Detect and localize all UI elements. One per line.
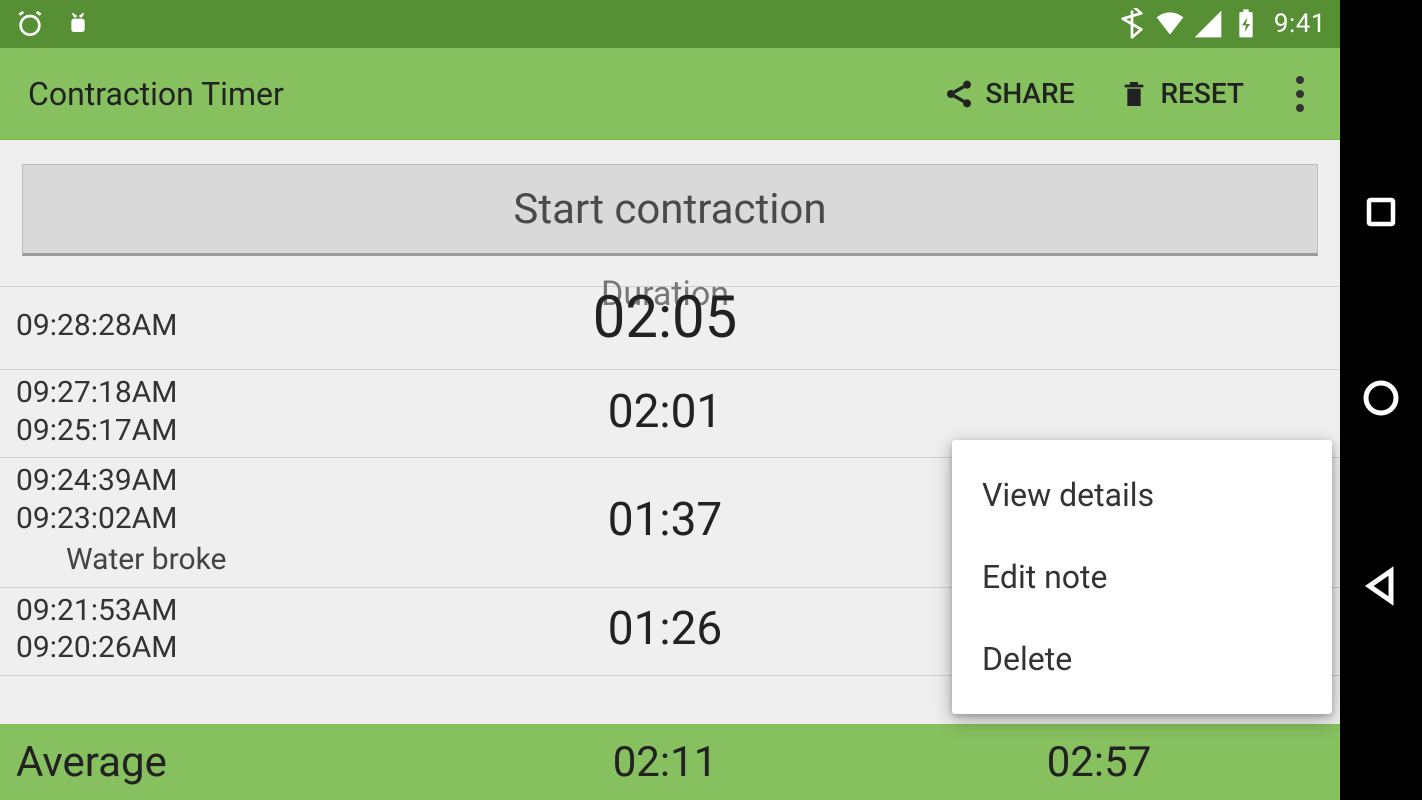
share-button[interactable]: SHARE <box>943 77 1074 110</box>
row-time-end: 09:28:28AM <box>16 307 396 345</box>
start-contraction-button[interactable]: Start contraction <box>22 164 1318 256</box>
row-duration: 01:26 <box>396 602 934 656</box>
average-label: Average <box>16 738 396 787</box>
reset-button[interactable]: RESET <box>1118 77 1244 110</box>
nav-back-icon[interactable] <box>1361 566 1401 606</box>
average-duration: 02:11 <box>396 738 934 787</box>
row-duration: 02:05 <box>396 284 934 352</box>
row-time-start: 09:20:26AM <box>16 629 396 667</box>
start-label: Start contraction <box>513 185 826 234</box>
context-menu: View details Edit note Delete <box>952 440 1332 714</box>
app-bar: Contraction Timer SHARE RESET <box>0 48 1340 140</box>
system-nav-bar <box>1340 0 1422 800</box>
average-row: Average 02:11 02:57 <box>0 724 1340 800</box>
row-note: Water broke <box>16 537 396 579</box>
status-left-icons <box>14 8 94 40</box>
wifi-icon <box>1154 8 1186 40</box>
row-time-end: 09:27:18AM <box>16 374 396 412</box>
status-right-icons: 9:41 <box>1116 8 1326 40</box>
app-actions: SHARE RESET <box>943 68 1312 120</box>
app-title: Contraction Timer <box>28 75 284 113</box>
share-icon <box>943 78 975 110</box>
app-screen: 9:41 Contraction Timer SHARE RESET Start… <box>0 0 1340 800</box>
reset-label: RESET <box>1160 77 1244 110</box>
menu-edit-note[interactable]: Edit note <box>952 536 1332 618</box>
status-bar: 9:41 <box>0 0 1340 48</box>
trash-icon <box>1118 78 1150 110</box>
alarm-icon <box>14 8 46 40</box>
row-duration: 02:01 <box>396 385 934 439</box>
row-duration: 01:37 <box>396 493 934 547</box>
content-area: Start contraction Duration 09:28:28AM 02… <box>0 140 1340 800</box>
bluetooth-icon <box>1116 8 1148 40</box>
menu-delete[interactable]: Delete <box>952 618 1332 700</box>
row-time-end: 09:21:53AM <box>16 592 396 630</box>
signal-icon <box>1192 8 1224 40</box>
average-frequency: 02:57 <box>934 738 1264 787</box>
nav-recent-icon[interactable] <box>1363 194 1399 230</box>
row-time-end: 09:24:39AM <box>16 462 396 500</box>
share-label: SHARE <box>985 77 1074 110</box>
status-clock: 9:41 <box>1274 9 1326 39</box>
menu-view-details[interactable]: View details <box>952 454 1332 536</box>
nav-home-icon[interactable] <box>1361 378 1401 418</box>
row-time-start: 09:23:02AM <box>16 500 396 538</box>
android-icon <box>62 8 94 40</box>
overflow-menu-button[interactable] <box>1288 68 1312 120</box>
battery-charging-icon <box>1230 8 1262 40</box>
row-time-start: 09:25:17AM <box>16 412 396 450</box>
